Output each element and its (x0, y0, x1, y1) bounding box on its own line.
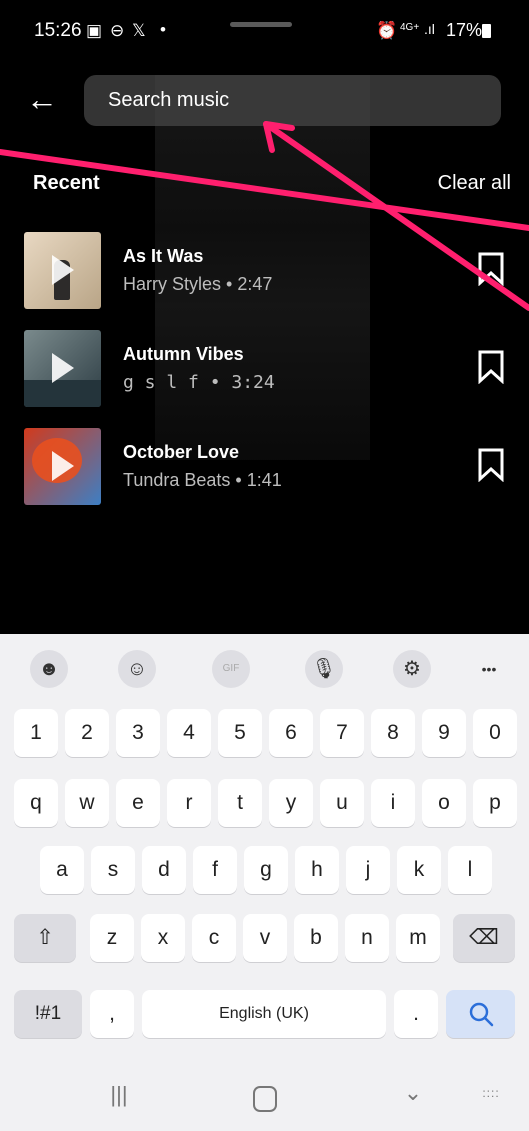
more-icon[interactable]: ••• (470, 650, 508, 688)
key-s[interactable]: s (91, 846, 135, 894)
bookmark-icon[interactable] (477, 448, 505, 482)
track-subtitle: Harry Styles • 2:47 (123, 274, 273, 294)
backspace-key[interactable]: ⌫ (453, 914, 515, 962)
search-bar[interactable] (84, 75, 501, 126)
key-k[interactable]: k (397, 846, 441, 894)
clear-all-button[interactable]: Clear all (438, 172, 511, 195)
keyboard-icon[interactable]: :::: (474, 1086, 508, 1100)
key-e[interactable]: e (116, 779, 160, 827)
track-subtitle: g s l f • 3:24 (123, 372, 275, 393)
key-m[interactable]: m (396, 914, 440, 962)
key-2[interactable]: 2 (65, 709, 109, 757)
keyboard: ☻ ☺ GIF 🎙 ⚙ ••• 1234567890 qwertyuiop as… (0, 634, 529, 1131)
gallery-icon: ▣ (86, 21, 103, 40)
key-h[interactable]: h (295, 846, 339, 894)
track-title: As It Was (123, 246, 204, 266)
key-5[interactable]: 5 (218, 709, 262, 757)
search-icon (469, 1002, 493, 1027)
key-u[interactable]: u (320, 779, 364, 827)
key-j[interactable]: j (346, 846, 390, 894)
album-art (24, 428, 101, 505)
key-z[interactable]: z (90, 914, 134, 962)
track-title: Autumn Vibes (123, 344, 244, 364)
minus-circle-icon: ⊖ (110, 21, 125, 40)
key-b[interactable]: b (294, 914, 338, 962)
key-w[interactable]: w (65, 779, 109, 827)
key-i[interactable]: i (371, 779, 415, 827)
track-subtitle: Tundra Beats • 1:41 (123, 470, 282, 490)
bookmark-icon[interactable] (477, 350, 505, 384)
battery-icon (482, 24, 491, 38)
key-0[interactable]: 0 (473, 709, 517, 757)
space-key[interactable]: English (UK) (142, 990, 386, 1038)
key-f[interactable]: f (193, 846, 237, 894)
album-art (24, 232, 101, 309)
track-item[interactable]: October Love Tundra Beats • 1:41 (0, 428, 529, 506)
key-q[interactable]: q (14, 779, 58, 827)
comma-key[interactable]: , (90, 990, 134, 1038)
play-icon[interactable] (52, 451, 74, 481)
track-title: October Love (123, 442, 240, 462)
settings-icon[interactable]: ⚙ (393, 650, 431, 688)
track-item[interactable]: Autumn Vibes g s l f • 3:24 (0, 330, 529, 408)
key-c[interactable]: c (192, 914, 236, 962)
notch-pill (230, 22, 292, 27)
key-1[interactable]: 1 (14, 709, 58, 757)
key-o[interactable]: o (422, 779, 466, 827)
search-input[interactable] (108, 75, 488, 126)
recent-apps-icon[interactable]: ||| (104, 1082, 134, 1108)
key-t[interactable]: t (218, 779, 262, 827)
key-g[interactable]: g (244, 846, 288, 894)
bookmark-icon[interactable] (477, 252, 505, 286)
key-6[interactable]: 6 (269, 709, 313, 757)
alarm-icon: ⏰ (376, 21, 398, 40)
microphone-icon[interactable]: 🎙 (305, 650, 343, 688)
album-art-band (24, 380, 101, 407)
key-v[interactable]: v (243, 914, 287, 962)
track-item[interactable]: As It Was Harry Styles • 2:47 (0, 232, 529, 310)
key-3[interactable]: 3 (116, 709, 160, 757)
dot-icon: • (160, 20, 166, 39)
period-key[interactable]: . (394, 990, 438, 1038)
play-icon[interactable] (52, 255, 74, 285)
key-7[interactable]: 7 (320, 709, 364, 757)
gif-icon[interactable]: GIF (212, 650, 250, 688)
play-icon[interactable] (52, 353, 74, 383)
key-y[interactable]: y (269, 779, 313, 827)
symbols-key[interactable]: !#1 (14, 990, 82, 1038)
key-8[interactable]: 8 (371, 709, 415, 757)
recent-heading: Recent (33, 172, 100, 194)
key-9[interactable]: 9 (422, 709, 466, 757)
album-art (24, 330, 101, 407)
status-time: 15:26 (34, 20, 82, 41)
x-logo-icon: 𝕏 (132, 21, 146, 40)
key-l[interactable]: l (448, 846, 492, 894)
signal-icon: .ıl (424, 21, 435, 37)
key-d[interactable]: d (142, 846, 186, 894)
key-n[interactable]: n (345, 914, 389, 962)
home-icon[interactable] (253, 1086, 277, 1112)
key-p[interactable]: p (473, 779, 517, 827)
back-arrow-icon[interactable]: ← (26, 83, 62, 115)
4g-signal-icon: 4G+ (400, 22, 420, 33)
key-r[interactable]: r (167, 779, 211, 827)
status-bar: 15:26 ▣ ⊖ 𝕏 • ⏰ 4G+ .ıl 17% (0, 0, 529, 62)
emoji-icon[interactable]: ☺ (118, 650, 156, 688)
key-a[interactable]: a (40, 846, 84, 894)
key-x[interactable]: x (141, 914, 185, 962)
sticker-icon[interactable]: ☻ (30, 650, 68, 688)
search-key[interactable] (446, 990, 515, 1038)
key-4[interactable]: 4 (167, 709, 211, 757)
battery-text: 17% (446, 20, 483, 40)
back-chevron-icon[interactable]: ⌄ (398, 1080, 428, 1106)
shift-key[interactable]: ⇧ (14, 914, 76, 962)
